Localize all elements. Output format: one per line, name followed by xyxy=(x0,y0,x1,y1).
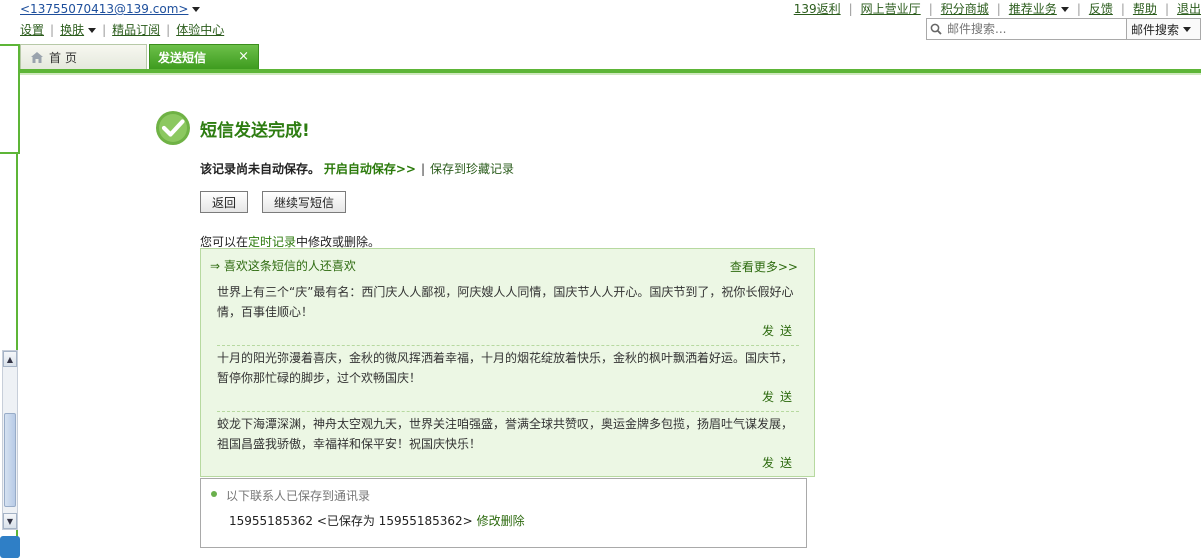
scroll-down-icon[interactable]: ▼ xyxy=(3,513,17,529)
search-scope-select[interactable]: 邮件搜索 xyxy=(1126,19,1200,39)
chevron-down-icon xyxy=(192,7,201,12)
edit-delete-link[interactable]: 修改删除 xyxy=(477,514,525,528)
account-email: <13755070413@139.com> xyxy=(20,2,189,16)
recommend-panel: ⇒ 喜欢这条短信的人还喜欢 查看更多>> 世界上有三个“庆”最有名：西门庆人人鄙… xyxy=(200,248,815,477)
mail-search: 邮件搜索 xyxy=(926,18,1201,40)
tab-send-sms[interactable]: 发送短信 × xyxy=(149,44,259,70)
link-online-hall[interactable]: 网上营业厅 xyxy=(861,2,921,16)
saved-contacts-panel: 以下联系人已保存到通讯录 15955185362 <已保存为 159551853… xyxy=(200,478,807,548)
recommend-item: 十月的阳光弥漫着喜庆，金秋的微风挥洒着幸福，十月的烟花绽放着快乐，金秋的枫叶飘洒… xyxy=(217,351,794,385)
link-skin[interactable]: 换肤 xyxy=(60,23,84,37)
search-icon[interactable] xyxy=(927,19,945,39)
recommend-item: 世界上有三个“庆”最有名：西门庆人人鄙视，阿庆嫂人人同情，国庆节人人开心。国庆节… xyxy=(217,285,794,319)
tab-send-sms-label: 发送短信 xyxy=(158,51,207,65)
tab-home[interactable]: 首页 xyxy=(20,44,147,70)
contact-number: 15955185362 xyxy=(229,514,313,528)
chevron-down-icon[interactable] xyxy=(1060,7,1069,12)
account-menu[interactable]: <13755070413@139.com> xyxy=(20,2,201,16)
view-more-link[interactable]: 查看更多>> xyxy=(730,258,798,275)
saved-contacts-header: 以下联系人已保存到通讯录 xyxy=(226,489,371,503)
link-settings[interactable]: 设置 xyxy=(20,23,44,37)
contact-saved-as: <已保存为 15955185362> xyxy=(316,514,473,528)
link-points-mall[interactable]: 积分商城 xyxy=(941,2,989,16)
divider xyxy=(217,411,799,412)
top-links: 设置 | 换肤 | 精品订阅 | 体验中心 xyxy=(20,23,225,37)
divider xyxy=(217,345,799,346)
enable-autosave-link[interactable]: 开启自动保存>> xyxy=(324,162,416,176)
link-recommend[interactable]: 推荐业务 xyxy=(1009,2,1057,16)
right-links: 139返利 | 网上营业厅 | 积分商城 | 推荐业务 | 反馈 | 帮助 | 退出 xyxy=(793,2,1201,16)
tab-home-label: 首页 xyxy=(49,51,82,65)
send-button[interactable]: 发送 xyxy=(762,388,798,405)
search-input[interactable] xyxy=(945,19,1126,39)
link-help[interactable]: 帮助 xyxy=(1133,2,1157,16)
continue-writing-button[interactable]: 继续写短信 xyxy=(262,191,346,213)
success-check-icon xyxy=(156,111,190,145)
autosave-note: 该记录尚未自动保存。 开启自动保存>> | 保存到珍藏记录 xyxy=(200,162,515,176)
back-button[interactable]: 返回 xyxy=(200,191,248,213)
chevron-down-icon xyxy=(1183,26,1192,32)
bullet-icon xyxy=(211,491,217,497)
chevron-down-icon[interactable] xyxy=(88,28,97,33)
tab-underline-shadow xyxy=(20,73,1201,75)
page-title: 短信发送完成! xyxy=(200,121,310,141)
left-panel-frame xyxy=(0,44,20,154)
send-button[interactable]: 发送 xyxy=(762,322,798,339)
link-subscriptions[interactable]: 精品订阅 xyxy=(112,23,160,37)
scheduled-records-link[interactable]: 定时记录 xyxy=(248,235,296,249)
scroll-up-icon[interactable]: ▲ xyxy=(3,351,17,367)
link-experience[interactable]: 体验中心 xyxy=(176,23,224,37)
send-button[interactable]: 发送 xyxy=(762,454,798,471)
scrollbar[interactable]: ▲ ▼ xyxy=(2,350,18,530)
saved-contact-row: 15955185362 <已保存为 15955185362> 修改删除 xyxy=(229,512,525,529)
home-icon xyxy=(31,52,43,63)
link-rebate[interactable]: 139返利 xyxy=(794,2,841,16)
close-icon[interactable]: × xyxy=(238,49,249,64)
scroll-thumb[interactable] xyxy=(4,413,16,507)
link-feedback[interactable]: 反馈 xyxy=(1089,2,1113,16)
save-to-collection-link[interactable]: 保存到珍藏记录 xyxy=(430,162,514,176)
top-bar: <13755070413@139.com> 设置 | 换肤 | 精品订阅 | 体验中心 13… xyxy=(0,0,1201,44)
recommend-item: 蛟龙下海潭深渊，神舟太空观九天，世界关注咱强盛，誉满全球共赞叹，奥运金牌多包揽，… xyxy=(217,417,794,451)
taskbar-icon[interactable] xyxy=(0,536,20,558)
not-saved-text: 该记录尚未自动保存。 xyxy=(200,162,321,176)
recommend-title: ⇒ 喜欢这条短信的人还喜欢 xyxy=(210,259,356,273)
link-logout[interactable]: 退出 xyxy=(1177,2,1201,16)
